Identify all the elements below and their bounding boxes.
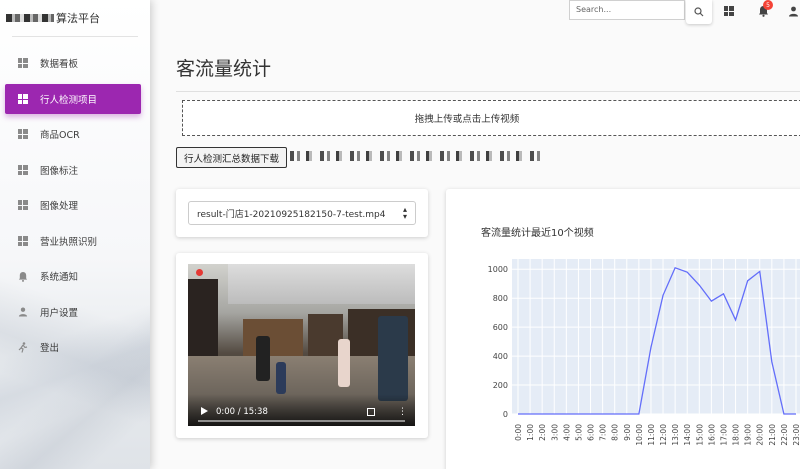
sidebar-item-label: 图像处理: [40, 201, 79, 212]
video-ceiling: [228, 264, 415, 304]
x-tick-label: 17:00: [719, 424, 728, 446]
record-indicator-icon: [196, 269, 203, 276]
x-tick-label: 20:00: [756, 424, 765, 446]
x-tick-label: 6:00: [587, 424, 596, 441]
x-tick-label: 1:00: [526, 424, 535, 441]
sidebar-item-3[interactable]: 图像标注: [5, 155, 141, 185]
video-time: 0:00 / 15:38: [216, 407, 268, 417]
sidebar-item-4[interactable]: 图像处理: [5, 190, 141, 220]
x-tick-label: 7:00: [599, 424, 608, 441]
x-tick-label: 18:00: [732, 424, 741, 446]
search-button[interactable]: [686, 0, 712, 24]
sidebar-item-label: 系统通知: [40, 272, 79, 283]
x-tick-label: 11:00: [647, 424, 656, 446]
sidebar-item-label: 营业执照识别: [40, 236, 98, 248]
y-tick-label: 400: [493, 352, 508, 361]
video-card: 0:00 / 15:38 ⋮: [176, 253, 428, 438]
dashboard-icon: [724, 6, 734, 16]
sidebar-item-label: 登出: [40, 343, 60, 354]
sidebar-item-label: 商品OCR: [40, 130, 80, 141]
sidebar-item-label: 图像标注: [40, 165, 79, 177]
sidebar-item-label: 行人检测项目: [40, 94, 98, 106]
upload-dropzone[interactable]: 拖拽上传或点击上传视频: [182, 100, 800, 136]
logo-text: 算法平台: [56, 12, 100, 25]
sidebar-item-7[interactable]: 用户设置: [5, 297, 141, 327]
dashboard-icon: [17, 235, 28, 246]
search-input[interactable]: Search...: [569, 0, 685, 20]
video-select[interactable]: result-门店1-20210925182150-7-test.mp4 ▴ ▾: [188, 201, 416, 225]
sidebar-item-5[interactable]: 营业执照识别: [5, 226, 141, 256]
title-divider: [176, 91, 800, 92]
person-icon: [17, 306, 28, 317]
sidebar-nav: 数据看板行人检测项目 商品OCR 图像标注图像处理营业执照识别 系统通知用户设置登出: [5, 48, 141, 368]
video-person: [256, 336, 270, 381]
sidebar-item-2[interactable]: 商品OCR: [5, 119, 141, 149]
dashboard-button[interactable]: [722, 4, 736, 18]
dashboard-icon: [17, 129, 28, 140]
y-tick-label: 600: [493, 323, 508, 332]
video-person: [378, 316, 408, 401]
plot-background: [512, 259, 800, 414]
x-tick-label: 21:00: [768, 424, 777, 446]
notification-badge: 5: [763, 0, 773, 10]
x-tick-label: 12:00: [659, 424, 668, 446]
x-tick-label: 22:00: [780, 424, 789, 446]
x-tick-label: 13:00: [671, 424, 680, 446]
y-tick-label: 0: [503, 410, 508, 419]
sidebar-item-8[interactable]: 登出: [5, 332, 141, 362]
video-select-card: result-门店1-20210925182150-7-test.mp4 ▴ ▾: [176, 189, 428, 237]
logo-divider: [12, 36, 138, 37]
dashboard-icon: [17, 58, 28, 69]
video-progress-bar[interactable]: [198, 420, 405, 422]
dashboard-icon: [17, 164, 28, 175]
x-tick-label: 15:00: [695, 424, 704, 446]
video-person: [276, 362, 286, 394]
sidebar: 算法平台 数据看板行人检测项目 商品OCR 图像标注图像处理营业执照识别 系统通知用户…: [0, 0, 150, 469]
sidebar-item-label: 数据看板: [40, 59, 79, 70]
video-select-value: result-门店1-20210925182150-7-test.mp4: [197, 210, 386, 220]
video-person: [338, 339, 350, 387]
line-chart: 0 200 400 600 800 1000 0:00 1:00 2:00 3:00 4:00 5:0…: [488, 259, 800, 446]
x-tick-label: 14:00: [683, 424, 692, 446]
logo[interactable]: 算法平台: [6, 10, 100, 26]
masked-text: [290, 151, 540, 161]
sidebar-item-label: 用户设置: [40, 307, 79, 319]
chart-card: 客流量统计最近10个视频 0 200 400 600 800 1000 0:00 1:00 2:…: [446, 189, 800, 469]
fullscreen-icon[interactable]: [367, 408, 375, 416]
x-tick-label: 3:00: [550, 424, 559, 441]
x-tick-label: 0:00: [514, 424, 523, 441]
x-tick-label: 16:00: [707, 424, 716, 446]
play-icon[interactable]: [201, 407, 208, 415]
download-summary-button[interactable]: 行人检测汇总数据下载: [176, 147, 287, 168]
dashboard-icon: [17, 200, 28, 211]
x-tick-label: 10:00: [635, 424, 644, 446]
y-tick-label: 800: [493, 294, 508, 303]
x-tick-label: 19:00: [744, 424, 753, 446]
x-tick-label: 8:00: [611, 424, 620, 441]
select-caret-icon: ▴ ▾: [402, 205, 407, 221]
bell-icon: [17, 271, 28, 282]
y-tick-label: 200: [493, 381, 508, 390]
sidebar-item-1[interactable]: 行人检测项目: [5, 83, 141, 114]
dashboard-icon: [17, 93, 28, 104]
x-tick-label: 5:00: [574, 424, 583, 441]
video-player[interactable]: 0:00 / 15:38 ⋮: [188, 264, 415, 426]
x-tick-label: 4:00: [562, 424, 571, 441]
search-icon: [694, 7, 704, 17]
x-tick-label: 9:00: [623, 424, 632, 441]
masked-logo-text: [6, 14, 54, 22]
sidebar-item-0[interactable]: 数据看板: [5, 48, 141, 78]
user-button[interactable]: [786, 4, 800, 18]
person-icon: [788, 6, 798, 16]
x-tick-label: 2:00: [538, 424, 547, 441]
sidebar-item-6[interactable]: 系统通知: [5, 261, 141, 291]
x-tick-label: 23:00: [792, 424, 800, 446]
more-vert-icon[interactable]: ⋮: [398, 408, 407, 417]
page-title: 客流量统计: [176, 58, 272, 80]
run-icon: [17, 341, 28, 353]
y-tick-label: 1000: [488, 265, 508, 274]
